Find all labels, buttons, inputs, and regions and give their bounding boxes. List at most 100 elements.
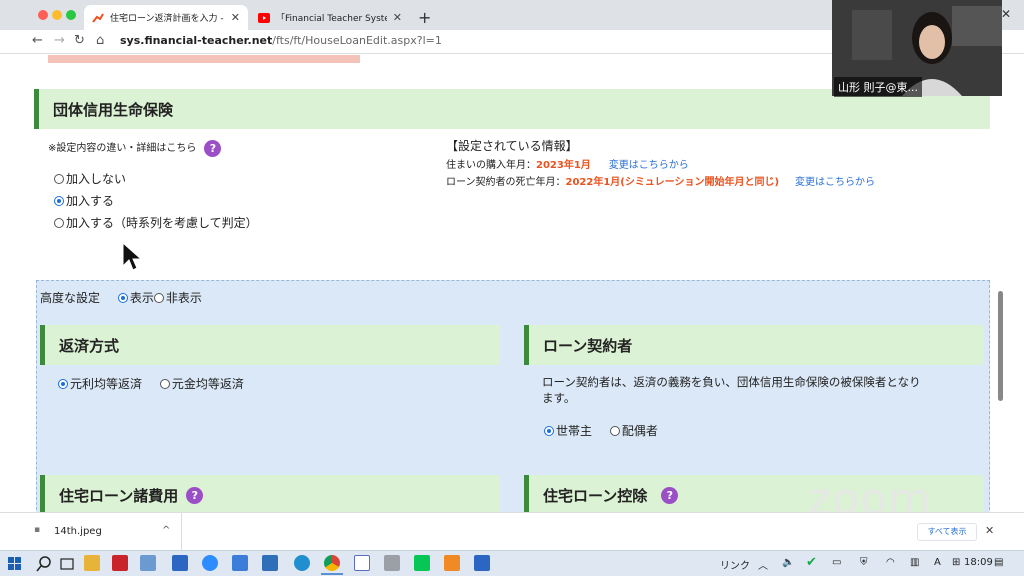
photos-icon[interactable] xyxy=(232,555,248,571)
download-bar-close-icon[interactable]: ✕ xyxy=(985,524,994,537)
tab-title: 住宅ローン返済計画を入力 - Fina xyxy=(110,14,225,24)
radio-label: 世帯主 xyxy=(556,424,593,438)
radio-spouse[interactable]: 配偶者 xyxy=(609,424,658,438)
wifi-icon[interactable]: ◠ xyxy=(886,557,895,568)
death-value: 2022年1月(シミュレーション開始年月と同じ) xyxy=(565,177,780,188)
speaker-icon[interactable]: 🔈 xyxy=(782,557,794,568)
death-label: ローン契約者の死亡年月： xyxy=(446,177,566,188)
search-icon[interactable] xyxy=(36,556,52,572)
radio-circle-icon[interactable] xyxy=(159,379,170,389)
task-view-icon[interactable] xyxy=(60,557,74,571)
windows-start-icon[interactable] xyxy=(8,557,22,571)
radio-circle-icon[interactable] xyxy=(544,426,554,436)
ime-mode-icon[interactable]: ⊞ xyxy=(952,557,960,568)
purchase-label: 住まいの購入年月： xyxy=(446,160,536,171)
section-title: ローン契約者 xyxy=(543,336,633,355)
radio-equal-principal[interactable]: 元金均等返済 xyxy=(159,377,244,391)
help-icon[interactable]: ? xyxy=(186,486,204,504)
app-icon[interactable] xyxy=(384,555,400,571)
radio-label: 元利均等返済 xyxy=(70,377,143,391)
radio-no-insurance[interactable]: 加入しない xyxy=(54,170,126,187)
radio-label: 元金均等返済 xyxy=(171,377,244,391)
radio-label: 加入する（時系列を考慮して判定） xyxy=(66,216,258,230)
file-explorer-icon[interactable] xyxy=(84,555,100,571)
show-all-button[interactable]: すべて表示 xyxy=(917,523,977,541)
radio-join-timeseries[interactable]: 加入する（時系列を考慮して判定） xyxy=(54,214,258,231)
battery-icon[interactable]: ▭ xyxy=(832,557,841,568)
radio-label: 加入しない xyxy=(66,172,127,186)
repayment-options: 元利均等返済 元金均等返済 xyxy=(58,375,244,392)
details-note-text: ※設定内容の違い・詳細はこちら xyxy=(48,143,197,154)
radio-show[interactable]: 表示 xyxy=(117,291,154,305)
reload-icon[interactable]: ↻ xyxy=(74,33,85,48)
forward-arrow-icon[interactable]: → xyxy=(54,33,65,48)
checkmark-icon[interactable]: ✔ xyxy=(806,555,817,570)
notification-icon[interactable]: ▤ xyxy=(994,557,1003,568)
close-window-dot[interactable] xyxy=(38,10,48,20)
shield-icon[interactable]: ⛨ xyxy=(860,557,868,568)
line-icon[interactable] xyxy=(414,555,430,571)
chevron-up-icon[interactable]: ^ xyxy=(162,525,170,536)
chrome-icon[interactable] xyxy=(324,555,340,571)
advanced-label: 高度な設定 xyxy=(40,291,101,305)
url-host: sys.financial-teacher.net xyxy=(120,34,273,47)
app-icon[interactable] xyxy=(262,555,278,571)
maximize-window-dot[interactable] xyxy=(66,10,76,20)
chevron-up-icon[interactable]: ︿ xyxy=(758,557,768,572)
radio-circle-icon[interactable] xyxy=(58,379,68,389)
edge-icon[interactable] xyxy=(294,555,310,571)
download-item[interactable]: ▪ 14th.jpeg ^ xyxy=(0,513,182,551)
app-icon[interactable] xyxy=(444,555,460,571)
mouse-cursor-icon xyxy=(122,242,142,271)
change-purchase-link[interactable]: 変更はこちらから xyxy=(609,160,689,171)
tab-close-icon[interactable]: ✕ xyxy=(231,11,240,24)
ime-indicator[interactable]: A xyxy=(934,557,941,568)
change-death-link[interactable]: 変更はこちらから xyxy=(795,177,875,188)
radio-circle-icon[interactable] xyxy=(54,196,64,206)
clock-time[interactable]: 18:09 xyxy=(964,557,993,568)
tab-youtube[interactable]: 「Financial Teacher System8」 ✕ xyxy=(250,5,410,30)
radio-householder[interactable]: 世帯主 xyxy=(544,424,592,438)
app-icon[interactable] xyxy=(140,555,156,571)
running-indicator xyxy=(321,573,343,575)
windows-taskbar: リンク ︿ 🔈 ✔ ▭ ⛨ ◠ ▥ A ⊞ 18:09 ▤ xyxy=(0,550,1024,576)
minimize-window-dot[interactable] xyxy=(52,10,62,20)
page-content: 団体信用生命保険 ※設定内容の違い・詳細はこちら? 加入しない 加入する 加入す… xyxy=(0,55,1024,512)
back-arrow-icon[interactable]: ← xyxy=(32,33,43,48)
section-title: 住宅ローン控除 xyxy=(543,486,648,505)
contractor-desc-line1: ローン契約者は、返済の義務を負い、団体信用生命保険の被保険者となり xyxy=(542,375,921,389)
scrollbar-thumb[interactable] xyxy=(998,291,1003,401)
toolbar-link-label[interactable]: リンク xyxy=(720,557,750,572)
scrollbar-track[interactable] xyxy=(996,55,1004,512)
advanced-toggle: 高度な設定 表示 非表示 xyxy=(40,289,202,306)
radio-circle-icon[interactable] xyxy=(609,426,620,436)
section-title: 団体信用生命保険 xyxy=(53,100,174,119)
help-icon[interactable]: ? xyxy=(661,486,679,504)
radio-circle-icon[interactable] xyxy=(153,293,164,303)
radio-circle-icon[interactable] xyxy=(117,293,128,303)
radio-label: 配偶者 xyxy=(621,424,658,438)
mail-icon[interactable] xyxy=(172,555,188,571)
radio-circle-icon[interactable] xyxy=(54,174,64,184)
radio-hide[interactable]: 非表示 xyxy=(153,291,202,305)
app-icon[interactable] xyxy=(474,555,490,571)
url-path: /fts/ft/HouseLoanEdit.aspx?l=1 xyxy=(272,34,442,47)
zoom-app-icon[interactable] xyxy=(202,555,218,571)
radio-label: 非表示 xyxy=(165,291,202,305)
tab-close-icon[interactable]: ✕ xyxy=(393,11,402,24)
radio-join[interactable]: 加入する xyxy=(54,192,114,209)
url-field[interactable]: sys.financial-teacher.net/fts/ft/HouseLo… xyxy=(120,34,442,47)
tab-house-loan[interactable]: 住宅ローン返済計画を入力 - Fina ✕ xyxy=(84,5,248,30)
network-icon[interactable]: ▥ xyxy=(910,557,919,568)
home-icon[interactable]: ⌂ xyxy=(96,33,104,48)
section-loan-contractor: ローン契約者 xyxy=(524,325,984,365)
contractor-desc-line2: ます。 xyxy=(542,391,576,405)
radio-equal-payment[interactable]: 元利均等返済 xyxy=(58,377,142,391)
help-icon[interactable]: ? xyxy=(204,139,222,157)
visio-icon[interactable] xyxy=(354,555,370,571)
contractor-options: 世帯主 配偶者 xyxy=(544,422,658,439)
new-tab-button[interactable]: + xyxy=(418,8,431,27)
radio-label: 加入する xyxy=(66,194,115,208)
radio-circle-icon[interactable] xyxy=(54,218,64,228)
acrobat-icon[interactable] xyxy=(112,555,128,571)
